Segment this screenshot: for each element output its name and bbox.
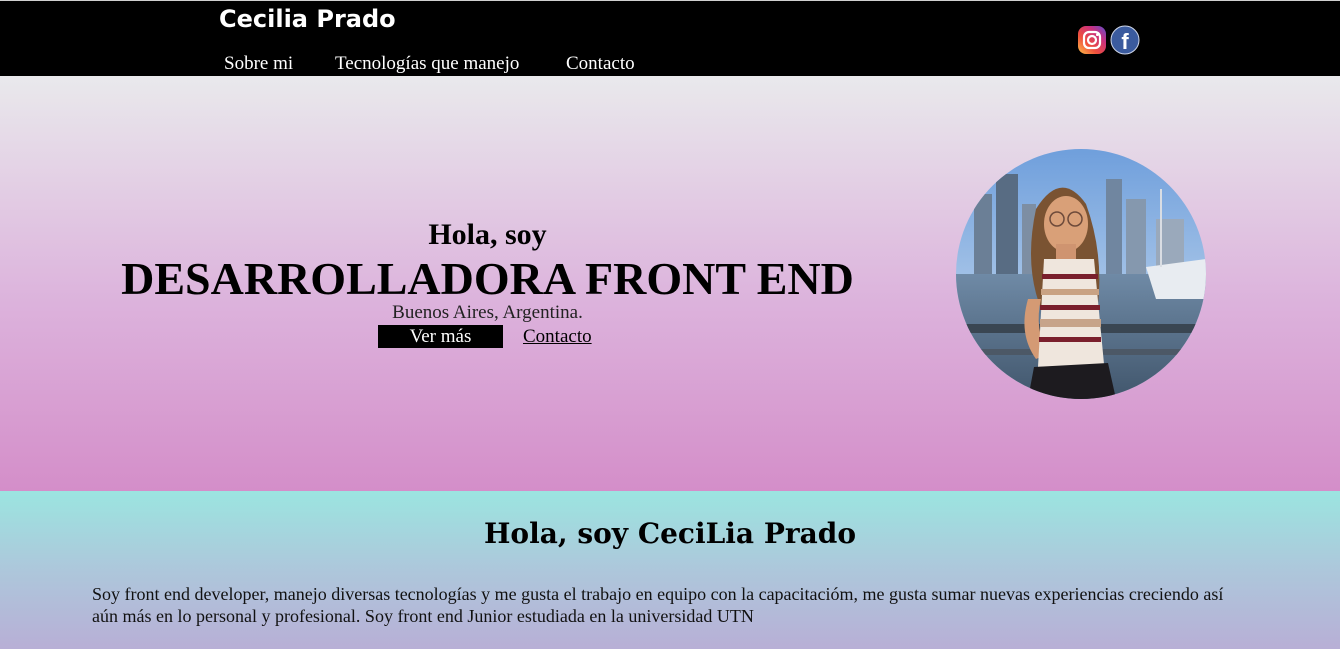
- about-description: Soy front end developer, manejo diversas…: [92, 584, 1224, 626]
- nav-link-technologies[interactable]: Tecnologías que manejo: [335, 53, 519, 75]
- hero-greeting: Hola, soy: [428, 218, 547, 251]
- instagram-icon[interactable]: [1077, 25, 1107, 55]
- top-navigation-bar: Cecilia Prado Sobre mi Tecnologías que m…: [0, 0, 1340, 76]
- hero-location: Buenos Aires, Argentina.: [392, 302, 583, 323]
- hero-title: DESARROLLADORA FRONT END: [121, 253, 854, 304]
- about-section: Hola, soy CeciLia Prado Soy front end de…: [0, 491, 1340, 649]
- hero-contact-link[interactable]: Contacto: [523, 325, 592, 348]
- svg-text:f: f: [1121, 29, 1129, 54]
- facebook-icon[interactable]: f: [1110, 25, 1140, 55]
- ver-mas-button[interactable]: Ver más: [378, 325, 503, 348]
- nav-link-about[interactable]: Sobre mi: [224, 53, 293, 75]
- about-heading: Hola, soy CeciLia Prado: [483, 517, 857, 550]
- profile-photo: [956, 149, 1206, 399]
- nav-link-contact[interactable]: Contacto: [566, 53, 635, 75]
- site-brand[interactable]: Cecilia Prado: [219, 5, 396, 33]
- hero-section: Hola, soy DESARROLLADORA FRONT END Bueno…: [0, 76, 1340, 491]
